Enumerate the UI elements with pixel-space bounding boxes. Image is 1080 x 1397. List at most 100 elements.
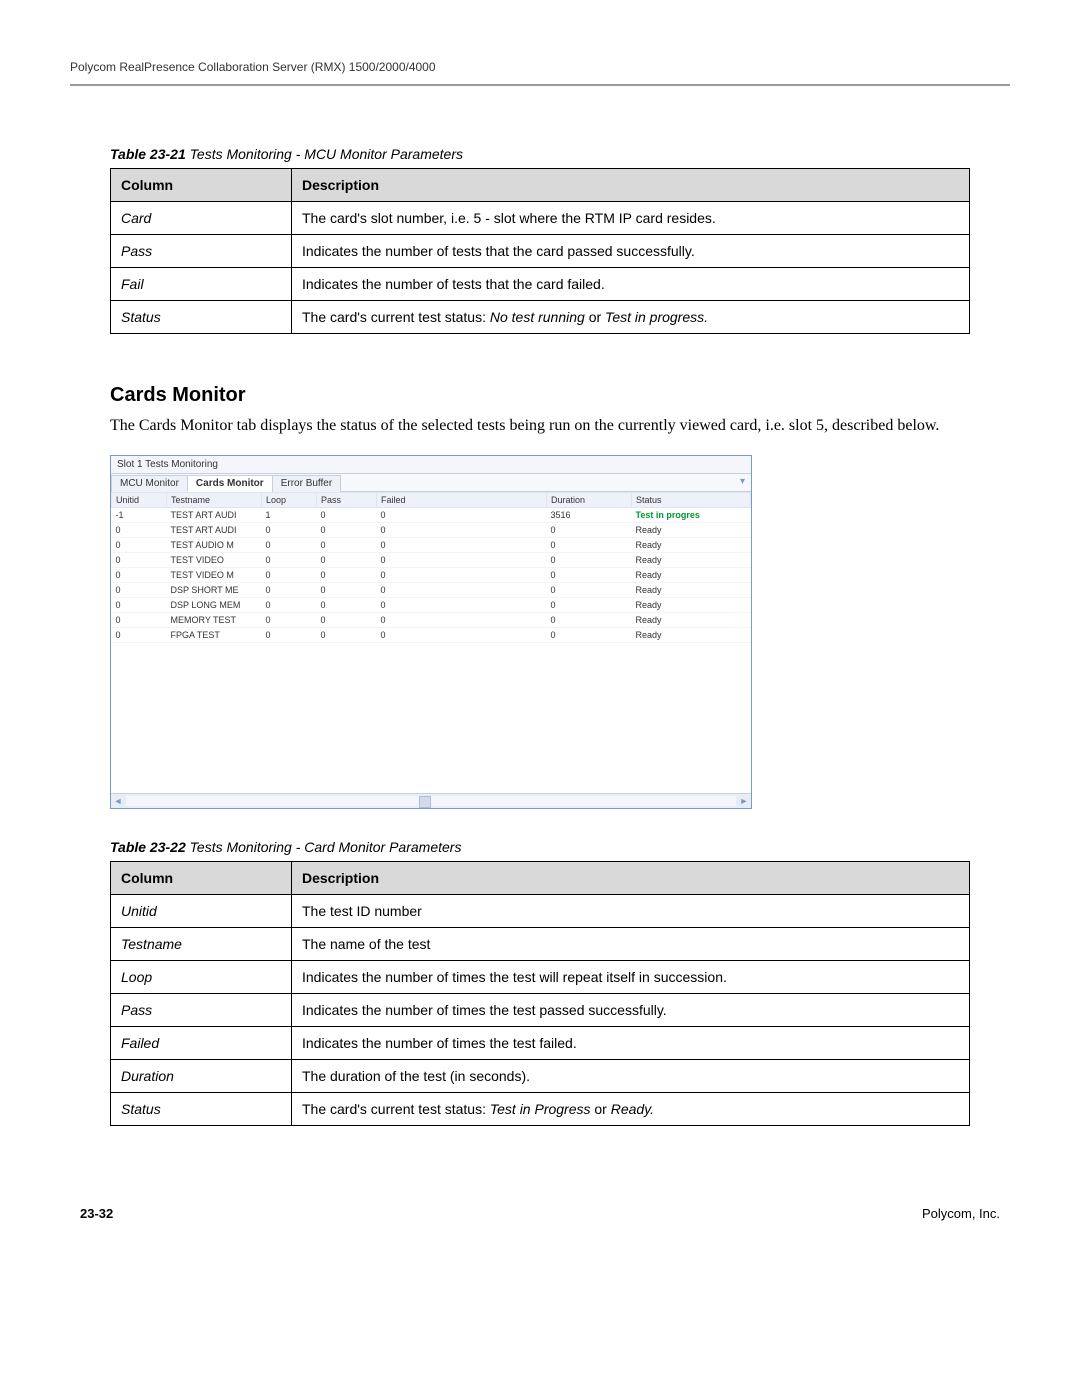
grid-cell: TEST VIDEO M	[167, 567, 262, 582]
grid-cell: TEST VIDEO	[167, 552, 262, 567]
grid-cell: 0	[112, 567, 167, 582]
table22-colname: Failed	[111, 1026, 292, 1059]
grid-row[interactable]: 0TEST VIDEO0000Ready	[112, 552, 751, 567]
grid-row[interactable]: 0TEST VIDEO M0000Ready	[112, 567, 751, 582]
table22-colname: Testname	[111, 927, 292, 960]
grid-cell: TEST ART AUDI	[167, 507, 262, 522]
grid-cell: 0	[262, 537, 317, 552]
tab-cards-monitor[interactable]: Cards Monitor	[187, 475, 273, 492]
table22-head-desc: Description	[292, 861, 970, 894]
tab-mcu-monitor[interactable]: MCU Monitor	[111, 475, 188, 492]
grid-cell: 0	[112, 552, 167, 567]
table21-desc: The card's slot number, i.e. 5 - slot wh…	[292, 202, 970, 235]
grid-cell: 0	[112, 597, 167, 612]
scroll-left-icon[interactable]: ◄	[111, 796, 125, 806]
table21-colname: Pass	[111, 235, 292, 268]
table22-colname: Status	[111, 1092, 292, 1125]
grid-h-pass[interactable]: Pass	[317, 492, 377, 507]
table22-colname: Unitid	[111, 894, 292, 927]
grid-row[interactable]: 0TEST ART AUDI0000Ready	[112, 522, 751, 537]
grid-cell: 0	[317, 537, 377, 552]
table22-row: UnitidThe test ID number	[111, 894, 970, 927]
table21-row: FailIndicates the number of tests that t…	[111, 268, 970, 301]
grid-cell-status: Ready	[632, 567, 751, 582]
grid-cell: 0	[112, 522, 167, 537]
table22-head-col: Column	[111, 861, 292, 894]
grid-row[interactable]: 0DSP SHORT ME0000Ready	[112, 582, 751, 597]
grid-cell: 0	[317, 627, 377, 642]
grid-row[interactable]: 0TEST AUDIO M0000Ready	[112, 537, 751, 552]
grid-cell: 0	[377, 552, 547, 567]
doc-header-title: Polycom RealPresence Collaboration Serve…	[70, 60, 1010, 74]
grid-cell: 0	[377, 507, 547, 522]
grid-cell: 0	[262, 612, 317, 627]
table21-row: StatusThe card's current test status: No…	[111, 301, 970, 334]
grid-cell: 0	[317, 567, 377, 582]
table21-colname: Status	[111, 301, 292, 334]
table22-row: DurationThe duration of the test (in sec…	[111, 1059, 970, 1092]
grid-row[interactable]: 0DSP LONG MEM0000Ready	[112, 597, 751, 612]
grid-cell: DSP LONG MEM	[167, 597, 262, 612]
screenshot-panel: Slot 1 Tests Monitoring MCU Monitor Card…	[110, 455, 752, 809]
grid-cell: 0	[262, 597, 317, 612]
table21-desc: The card's current test status: No test …	[292, 301, 970, 334]
grid-h-unitid[interactable]: Unitid	[112, 492, 167, 507]
scroll-track[interactable]	[126, 796, 736, 806]
table21-desc: Indicates the number of tests that the c…	[292, 268, 970, 301]
grid-cell: 0	[547, 537, 632, 552]
grid-cell: -1	[112, 507, 167, 522]
table22-row: LoopIndicates the number of times the te…	[111, 960, 970, 993]
grid-cell: 0	[547, 612, 632, 627]
grid-cell: 0	[317, 522, 377, 537]
tab-pin-icon[interactable]: ▾	[734, 474, 751, 491]
table21-colname: Fail	[111, 268, 292, 301]
table22-desc: Indicates the number of times the test w…	[292, 960, 970, 993]
grid-cell-status: Ready	[632, 582, 751, 597]
grid-cell: 0	[112, 582, 167, 597]
grid-cell: 0	[317, 597, 377, 612]
grid-cell: 0	[262, 522, 317, 537]
grid-cell: FPGA TEST	[167, 627, 262, 642]
grid-h-loop[interactable]: Loop	[262, 492, 317, 507]
grid-cell: 0	[547, 627, 632, 642]
grid-cell: 0	[377, 522, 547, 537]
grid-h-status[interactable]: Status	[632, 492, 751, 507]
grid-cell: 0	[317, 612, 377, 627]
grid-h-testname[interactable]: Testname	[167, 492, 262, 507]
grid-row[interactable]: 0FPGA TEST0000Ready	[112, 627, 751, 642]
grid-cell: 0	[112, 627, 167, 642]
grid-h-failed[interactable]: Failed	[377, 492, 547, 507]
table21: Column Description CardThe card's slot n…	[110, 168, 970, 334]
footer-company: Polycom, Inc.	[922, 1206, 1000, 1221]
table22-caption: Table 23-22 Tests Monitoring - Card Moni…	[110, 839, 1010, 855]
grid-row[interactable]: -1TEST ART AUDI1003516Test in progres	[112, 507, 751, 522]
table22-row: StatusThe card's current test status: Te…	[111, 1092, 970, 1125]
scroll-right-icon[interactable]: ►	[737, 796, 751, 806]
scroll-thumb[interactable]	[419, 796, 431, 808]
screenshot-hscrollbar[interactable]: ◄ ►	[111, 793, 751, 808]
grid-h-duration[interactable]: Duration	[547, 492, 632, 507]
grid-cell: MEMORY TEST	[167, 612, 262, 627]
table21-head-col: Column	[111, 169, 292, 202]
tab-error-buffer[interactable]: Error Buffer	[272, 475, 342, 492]
table22-desc: The test ID number	[292, 894, 970, 927]
page-footer: 23-32 Polycom, Inc.	[70, 1206, 1010, 1221]
screenshot-grid: Unitid Testname Loop Pass Failed Duratio…	[111, 492, 751, 643]
table21-colname: Card	[111, 202, 292, 235]
grid-cell: 0	[317, 582, 377, 597]
grid-cell: 0	[377, 567, 547, 582]
grid-cell: 0	[262, 552, 317, 567]
table21-desc: Indicates the number of tests that the c…	[292, 235, 970, 268]
table22-desc: The duration of the test (in seconds).	[292, 1059, 970, 1092]
screenshot-title: Slot 1 Tests Monitoring	[111, 456, 751, 474]
table22-desc: Indicates the number of times the test f…	[292, 1026, 970, 1059]
header-rule	[70, 84, 1010, 86]
grid-row[interactable]: 0MEMORY TEST0000Ready	[112, 612, 751, 627]
grid-cell: 0	[547, 522, 632, 537]
grid-cell: 0	[377, 537, 547, 552]
screenshot-tabs: MCU Monitor Cards Monitor Error Buffer ▾	[111, 474, 751, 492]
grid-cell: 0	[547, 552, 632, 567]
grid-cell: 0	[377, 597, 547, 612]
grid-cell: 0	[377, 582, 547, 597]
grid-cell: 0	[547, 597, 632, 612]
